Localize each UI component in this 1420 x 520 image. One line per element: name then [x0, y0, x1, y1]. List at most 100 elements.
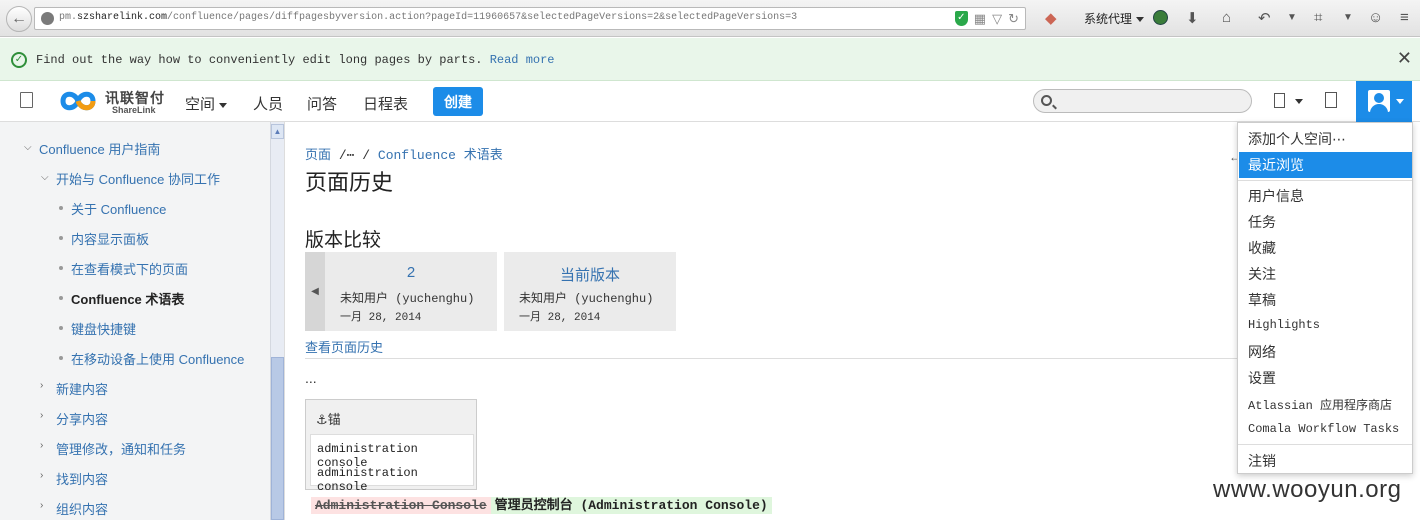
- chevron-down-icon[interactable]: [1295, 99, 1303, 104]
- undo-icon[interactable]: ↶: [1258, 9, 1271, 27]
- tree-item-root[interactable]: Confluence 用户指南: [39, 139, 160, 158]
- version-date: 一月 28, 2014: [519, 312, 601, 324]
- menu-tasks[interactable]: 任务: [1248, 212, 1276, 232]
- tree-item-dashboard[interactable]: 内容显示面板: [71, 229, 149, 248]
- create-button[interactable]: 创建: [433, 87, 483, 116]
- document-icon[interactable]: [20, 92, 33, 108]
- diff-line: Administration Console 管理员控制台 (Administra…: [311, 494, 772, 514]
- logo-subtext: ShareLink: [112, 105, 156, 115]
- user-menu-button[interactable]: [1356, 81, 1412, 122]
- tree-item-share[interactable]: 分享内容: [56, 409, 108, 428]
- chevron-down-icon[interactable]: ▼: [1287, 12, 1297, 23]
- chevron-down-icon[interactable]: ⌵: [41, 172, 49, 183]
- logo-icon[interactable]: [55, 87, 101, 115]
- bullet: [59, 206, 63, 210]
- tree-item-new-content[interactable]: 新建内容: [56, 379, 108, 398]
- diff-deleted-text: Administration Console: [311, 497, 491, 514]
- tree-item-shortcuts[interactable]: 键盘快捷键: [71, 319, 136, 338]
- page-title: 页面历史: [305, 170, 394, 195]
- menu-icon[interactable]: ≡: [1400, 9, 1409, 26]
- shield-icon[interactable]: ✓: [954, 11, 968, 26]
- tree-item-organize[interactable]: 组织内容: [56, 499, 108, 518]
- addon-icon[interactable]: [1153, 10, 1168, 25]
- home-icon[interactable]: ⌂: [1222, 9, 1231, 26]
- chevron-down-icon[interactable]: ▼: [1343, 12, 1353, 23]
- tree-item-group[interactable]: 开始与 Confluence 协同工作: [56, 169, 220, 188]
- diff-ellipsis: ...: [305, 370, 317, 386]
- bullet: [59, 236, 63, 240]
- sidebar-scrollbar[interactable]: ▲: [270, 122, 284, 520]
- notification-text: Find out the way how to conveniently edi…: [36, 53, 555, 67]
- nav-people[interactable]: 人员: [253, 93, 283, 114]
- page-tree-sidebar: ⌵ Confluence 用户指南 ⌵ 开始与 Confluence 协同工作 …: [0, 122, 285, 520]
- menu-recently-viewed[interactable]: 最近浏览: [1248, 155, 1304, 175]
- qr-icon[interactable]: ▦: [974, 11, 986, 27]
- tree-item-view-mode[interactable]: 在查看模式下的页面: [71, 259, 188, 278]
- breadcrumb-pages[interactable]: 页面: [305, 148, 331, 163]
- nav-calendar[interactable]: 日程表: [363, 93, 408, 114]
- breadcrumb-glossary[interactable]: Confluence 术语表: [378, 148, 503, 163]
- previous-version-arrow-icon[interactable]: ◀: [305, 252, 325, 331]
- chevron-down-icon[interactable]: ⌵: [24, 142, 32, 153]
- menu-logout[interactable]: 注销: [1248, 451, 1276, 471]
- menu-saved[interactable]: 收藏: [1248, 238, 1276, 258]
- menu-add-personal-space[interactable]: 添加个人空间⋯: [1248, 129, 1346, 149]
- menu-watches[interactable]: 关注: [1248, 264, 1276, 284]
- version-user: 未知用户 (yuchenghu): [340, 292, 475, 306]
- globe-icon: [41, 12, 54, 25]
- proxy-menu[interactable]: 系统代理: [1084, 10, 1145, 27]
- menu-user-profile[interactable]: 用户信息: [1248, 186, 1304, 206]
- read-more-link[interactable]: Read more: [490, 53, 555, 67]
- chevron-right-icon[interactable]: ›: [40, 500, 43, 511]
- download-icon[interactable]: ⬇: [1186, 9, 1199, 27]
- version-link[interactable]: 2: [325, 264, 497, 281]
- check-circle-icon: ✓: [11, 52, 27, 68]
- anchor-icon: ⚓: [316, 412, 328, 427]
- crop-icon[interactable]: ⌗: [1314, 9, 1322, 26]
- tree-item-manage[interactable]: 管理修改，通知和任务: [56, 439, 186, 458]
- menu-network[interactable]: 网络: [1248, 342, 1276, 362]
- back-button[interactable]: ←: [6, 6, 32, 32]
- chevron-right-icon[interactable]: ›: [40, 410, 43, 421]
- breadcrumb-ellipsis[interactable]: /⋯: [339, 148, 355, 163]
- version-date: 一月 28, 2014: [340, 312, 422, 324]
- chevron-right-icon[interactable]: ›: [40, 440, 43, 451]
- extension-icon[interactable]: ◆: [1045, 9, 1057, 27]
- scroll-thumb[interactable]: [271, 357, 284, 520]
- breadcrumb-separator: /: [362, 148, 371, 163]
- view-history-link[interactable]: 查看页面历史: [305, 337, 383, 356]
- bullet: [59, 266, 63, 270]
- url-actions: ✓ ▦ ▽ ↻: [954, 11, 1019, 27]
- menu-marketplace[interactable]: Atlassian 应用程序商店: [1248, 396, 1392, 413]
- smiley-icon[interactable]: ☺: [1368, 9, 1383, 26]
- tree-item-glossary[interactable]: Confluence 术语表: [71, 289, 184, 308]
- breadcrumb: 页面 /⋯ / Confluence 术语表: [305, 144, 503, 163]
- nav-questions[interactable]: 问答: [307, 93, 337, 114]
- browser-toolbar: ← pm.szsharelink.com/confluence/pages/di…: [0, 0, 1420, 37]
- search-input[interactable]: [1033, 89, 1252, 113]
- avatar: [1368, 90, 1390, 112]
- help-icon[interactable]: [1274, 93, 1285, 108]
- close-icon[interactable]: ✕: [1397, 48, 1412, 69]
- diff-added-text: 管理员控制台 (Administration Console): [490, 497, 772, 514]
- tree-item-about[interactable]: 关于 Confluence: [71, 199, 166, 218]
- version-user: 未知用户 (yuchenghu): [519, 292, 654, 306]
- menu-comala-tasks[interactable]: Comala Workflow Tasks: [1248, 422, 1399, 436]
- scroll-up-icon[interactable]: ▲: [271, 124, 284, 139]
- menu-settings[interactable]: 设置: [1248, 368, 1276, 388]
- bullet: [59, 356, 63, 360]
- chevron-right-icon[interactable]: ›: [40, 470, 43, 481]
- url-text: pm.szsharelink.com/confluence/pages/diff…: [59, 12, 798, 23]
- notifications-icon[interactable]: [1325, 92, 1337, 108]
- menu-drafts[interactable]: 草稿: [1248, 290, 1276, 310]
- dropdown-icon[interactable]: ▽: [992, 11, 1002, 27]
- menu-highlights[interactable]: Highlights: [1248, 318, 1320, 332]
- url-bar[interactable]: pm.szsharelink.com/confluence/pages/diff…: [34, 7, 1026, 30]
- tree-item-mobile[interactable]: 在移动设备上使用 Confluence: [71, 349, 244, 368]
- section-title: 版本比较: [305, 230, 382, 251]
- reload-icon[interactable]: ↻: [1008, 11, 1019, 27]
- nav-spaces[interactable]: 空间: [185, 93, 228, 114]
- tree-item-find[interactable]: 找到内容: [56, 469, 108, 488]
- chevron-right-icon[interactable]: ›: [40, 380, 43, 391]
- current-version-link[interactable]: 当前版本: [504, 264, 676, 285]
